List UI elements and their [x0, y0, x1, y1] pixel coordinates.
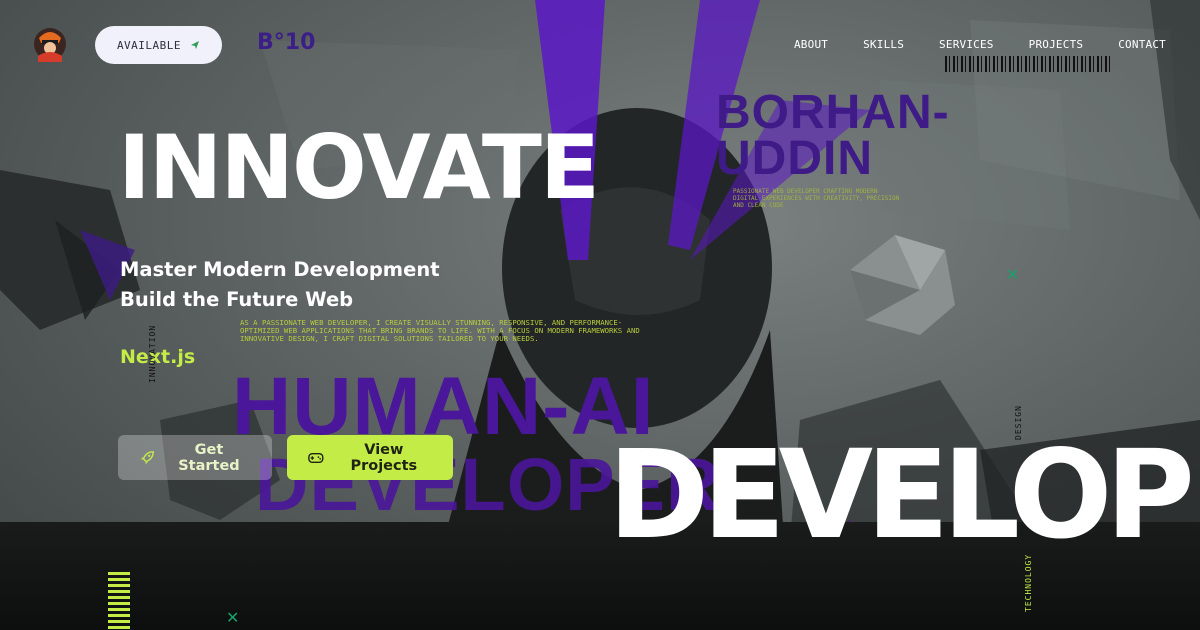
cross-icon-bottom: ✕: [226, 608, 240, 627]
develop-display-text: DEVELOP: [608, 424, 1195, 566]
hero-subtitle: Master Modern Development Build the Futu…: [120, 255, 440, 315]
logo-avatar[interactable]: [33, 26, 67, 62]
rocket-icon: [140, 450, 154, 464]
subtitle-line-1: Master Modern Development: [120, 258, 440, 281]
nav-contact[interactable]: CONTACT: [1118, 38, 1166, 51]
striped-decoration: [108, 572, 130, 630]
brand-mark: B°10: [257, 30, 316, 55]
subtitle-line-2: Build the Future Web: [120, 288, 354, 311]
nav-services[interactable]: SERVICES: [939, 38, 994, 51]
name-line-2: UDDIN: [716, 132, 873, 185]
rotating-tech-label: Next.js: [120, 346, 196, 368]
nav-about[interactable]: ABOUT: [794, 38, 828, 51]
view-projects-button[interactable]: View Projects: [287, 435, 453, 480]
availability-label: AVAILABLE: [116, 38, 182, 52]
nav-skills[interactable]: SKILLS: [863, 38, 904, 51]
intro-paragraph: AS A PASSIONATE WEB DEVELOPER, I CREATE …: [240, 318, 640, 343]
nav-projects[interactable]: PROJECTS: [1029, 38, 1084, 51]
barcode-decoration: [945, 56, 1113, 72]
view-projects-label: View Projects: [350, 441, 418, 474]
hero-headline: INNOVATE: [118, 116, 600, 219]
availability-badge[interactable]: AVAILABLE: [95, 26, 222, 64]
get-started-button[interactable]: Get Started: [118, 435, 272, 480]
name-line-1: BORHAN-: [716, 86, 950, 139]
cross-icon: ✕: [1006, 265, 1020, 284]
get-started-label: Get Started: [178, 441, 240, 474]
main-nav: ABOUT SKILLS SERVICES PROJECTS CONTACT: [794, 38, 1166, 51]
developer-name: BORHAN- UDDIN: [716, 86, 950, 185]
name-note: PASSIONATE WEB DEVELOPER CRAFTING MODERN…: [733, 188, 900, 209]
send-icon: [191, 41, 200, 49]
side-label-innovation: INNOVATION: [148, 324, 157, 383]
gamepad-icon: [308, 452, 324, 463]
